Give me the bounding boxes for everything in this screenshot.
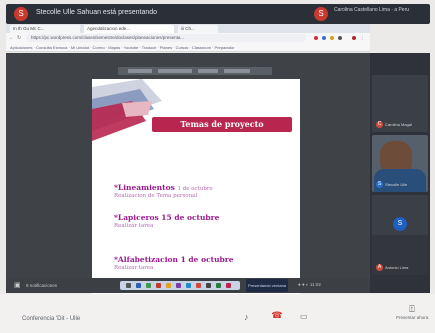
shared-screen: Temas de proyecto *Lineamientos 1 de oct… bbox=[6, 53, 370, 299]
camera-icon[interactable]: ▭ bbox=[300, 312, 308, 321]
presenting-chip[interactable]: Presentando ventana bbox=[246, 279, 288, 292]
slide-decoration bbox=[92, 79, 300, 141]
app-icon[interactable] bbox=[166, 283, 171, 288]
back-icon[interactable]: ← bbox=[9, 35, 14, 41]
present-now-button[interactable]: ⍐ Presentar ahora bbox=[396, 304, 428, 320]
participant-panel: C Carolina Magal S Stecolle Ulle S A Ant… bbox=[370, 53, 430, 293]
participant-video bbox=[374, 169, 426, 192]
extension-icon[interactable] bbox=[314, 36, 318, 40]
topic-date: 1 de octubre bbox=[177, 186, 213, 192]
notification-count: 9 notificaciones bbox=[26, 283, 58, 288]
app-icon[interactable] bbox=[156, 283, 161, 288]
slide-toolbar bbox=[118, 67, 272, 75]
menu-icon[interactable]: ⋮ bbox=[360, 35, 365, 41]
participant-tile[interactable]: A Antonio Lima bbox=[372, 235, 428, 275]
meet-header: S Stecolle Ulle Sahuan está presentando … bbox=[6, 4, 430, 24]
browser-tabstrip: In th Gu Mc C... Agendalizacion ede... i… bbox=[6, 24, 370, 33]
presentation-slide: Temas de proyecto *Lineamientos 1 de oct… bbox=[92, 79, 300, 299]
app-icon[interactable] bbox=[206, 283, 211, 288]
presenter-title: Stecolle Ulle Sahuan está presentando bbox=[36, 9, 158, 16]
app-icon[interactable] bbox=[136, 283, 141, 288]
participant-avatar: A bbox=[376, 264, 383, 271]
url-field[interactable]: https://pc.wordpress.com/clases/semestre… bbox=[26, 34, 306, 42]
app-icon[interactable] bbox=[146, 283, 151, 288]
app-icon[interactable] bbox=[126, 283, 131, 288]
slide-title: Temas de proyecto bbox=[152, 117, 292, 132]
present-now-label: Presentar ahora bbox=[396, 315, 429, 320]
present-icon: ⍐ bbox=[409, 304, 415, 314]
slide-toolbar-item[interactable] bbox=[128, 69, 152, 73]
bookmarks-bar[interactable]: Aplicaciones · Consulta Esmoca · Mi Unid… bbox=[6, 43, 370, 52]
topic-name: *Lineamientos bbox=[114, 183, 175, 192]
slide-toolbar-item[interactable] bbox=[224, 69, 250, 73]
participant-name: Stecolle Ulle bbox=[385, 182, 408, 187]
app-icon[interactable] bbox=[216, 283, 221, 288]
microphone-icon[interactable]: ♪ bbox=[244, 312, 249, 322]
browser-tab-active[interactable]: Agendalizacion ede... bbox=[84, 25, 174, 33]
profile-icon[interactable] bbox=[352, 36, 356, 40]
topic-title: *Lapiceros 15 de octubre bbox=[114, 213, 220, 222]
participant-name: Carolina Magal bbox=[385, 122, 412, 127]
participant-tile[interactable]: S Stecolle Ulle bbox=[372, 135, 428, 192]
self-name: Carolina Castellano Lima · a Peru bbox=[334, 7, 410, 13]
system-tray: ● ● ◐ 11:02 bbox=[298, 282, 321, 287]
presenter-avatar: S bbox=[14, 7, 28, 21]
extension-icon[interactable] bbox=[322, 36, 326, 40]
extension-icon[interactable] bbox=[338, 36, 342, 40]
browser-tab[interactable]: In th Gu Mc C... bbox=[10, 25, 80, 33]
screen: S Stecolle Ulle Sahuan está presentando … bbox=[0, 0, 435, 333]
participant-avatar: S bbox=[376, 181, 383, 188]
topic-title: *Lineamientos 1 de octubre bbox=[114, 183, 213, 192]
topic-title: *Alfabetizacion 1 de octubre bbox=[114, 255, 234, 264]
browser-tab[interactable]: iii Ch... bbox=[178, 25, 218, 33]
meeting-code[interactable]: Conferencia 'Dit - Ulle bbox=[22, 316, 80, 322]
app-icon[interactable] bbox=[196, 283, 201, 288]
address-bar: ← ↻ https://pc.wordpress.com/clases/seme… bbox=[6, 33, 370, 43]
meet-control-bar: Conferencia 'Dit - Ulle ♪ ☎ ▭ ⍐ Presenta… bbox=[0, 294, 435, 333]
self-avatar[interactable]: S bbox=[314, 7, 328, 21]
taskbar-apps bbox=[120, 281, 240, 290]
shared-taskbar: ▣ 9 notificaciones Presentando ventana ●… bbox=[6, 278, 370, 293]
reload-icon[interactable]: ↻ bbox=[17, 35, 21, 41]
participant-tile[interactable]: C Carolina Magal bbox=[372, 75, 428, 132]
hang-up-icon[interactable]: ☎ bbox=[270, 310, 284, 322]
slide-toolbar-item[interactable] bbox=[198, 69, 218, 73]
topic-subtitle: Realizacion de Tema personal bbox=[114, 193, 198, 199]
extension-icon[interactable] bbox=[330, 36, 334, 40]
topic-subtitle: Realizar tarea bbox=[114, 223, 154, 229]
notification-icon[interactable]: ▣ bbox=[14, 281, 21, 289]
app-icon[interactable] bbox=[176, 283, 181, 288]
topic-subtitle: Realizar tarea bbox=[114, 265, 154, 271]
app-icon[interactable] bbox=[186, 283, 191, 288]
participant-avatar: C bbox=[376, 121, 383, 128]
slide-toolbar-item[interactable] bbox=[158, 69, 192, 73]
participant-big-avatar: S bbox=[393, 217, 407, 231]
participant-name: Antonio Lima bbox=[385, 265, 409, 270]
app-icon[interactable] bbox=[226, 283, 231, 288]
